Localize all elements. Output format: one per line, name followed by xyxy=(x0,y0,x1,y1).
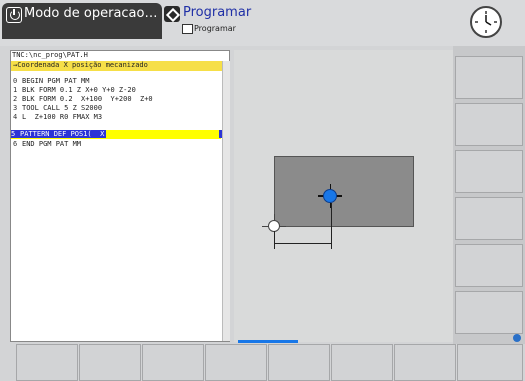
clock-icon xyxy=(470,6,502,38)
program-mode-subtitle: Programar xyxy=(194,24,236,33)
editor-scrollbar[interactable] xyxy=(222,61,230,341)
vertical-softkey-3[interactable] xyxy=(455,150,523,193)
line-number: 0 xyxy=(13,77,18,85)
vertical-softkey-6[interactable] xyxy=(455,291,523,334)
line-text: END PGM PAT MM xyxy=(22,140,82,148)
line-text: L Z+100 R0 FMAX M3 xyxy=(22,113,103,121)
softkey-2[interactable] xyxy=(79,344,141,381)
operation-mode-label: Modo de operacao… xyxy=(24,6,158,21)
vertical-softkey-1[interactable] xyxy=(455,56,523,99)
line-number: 6 xyxy=(13,140,18,148)
softkey-8[interactable] xyxy=(457,344,523,381)
active-program-line[interactable]: 5 PATTERN DEF POS1( X xyxy=(11,130,221,139)
program-line[interactable]: 4 L Z+100 R0 FMAX M3 xyxy=(13,113,102,122)
power-icon xyxy=(6,7,22,23)
softkey-5[interactable] xyxy=(268,344,330,381)
program-line[interactable]: 2 BLK FORM 0.2 X+100 Y+200 Z+0 xyxy=(13,95,153,104)
softkey-6[interactable] xyxy=(331,344,393,381)
vertical-softkey-2[interactable] xyxy=(455,103,523,146)
line-number: 4 xyxy=(13,113,18,121)
workpiece-rectangle xyxy=(274,156,414,227)
softkey-1[interactable] xyxy=(16,344,78,381)
info-icon[interactable] xyxy=(513,334,521,342)
operation-mode-tab[interactable]: Modo de operacao… xyxy=(2,3,162,39)
machining-position-marker xyxy=(323,189,337,203)
program-line[interactable]: 6 END PGM PAT MM xyxy=(13,140,81,149)
dimension-line xyxy=(331,203,332,249)
file-path: TNC:\nc_prog\PAT.H xyxy=(12,51,88,59)
softkey-7[interactable] xyxy=(394,344,456,381)
dialog-prompt: →Coordenada X posição mecanizado xyxy=(13,61,148,69)
x-dimension-line xyxy=(274,243,331,244)
line-number: 3 xyxy=(13,104,18,112)
program-sub-icon xyxy=(182,24,193,34)
softkey-4[interactable] xyxy=(205,344,267,381)
line-number: 2 xyxy=(13,95,18,103)
line-text: PATTERN DEF POS1( X xyxy=(20,130,107,138)
line-text: BLK FORM 0.1 Z X+0 Y+0 Z-20 xyxy=(22,86,136,94)
program-line[interactable]: 1 BLK FORM 0.1 Z X+0 Y+0 Z-20 xyxy=(13,86,136,95)
softkey-3[interactable] xyxy=(142,344,204,381)
vertical-softkey-5[interactable] xyxy=(455,244,523,287)
line-number: 1 xyxy=(13,86,18,94)
program-edit-icon xyxy=(164,6,180,22)
program-line[interactable]: 3 TOOL CALL 5 Z S2000 xyxy=(13,104,102,113)
line-text: BEGIN PGM PAT MM xyxy=(22,77,90,85)
dimension-line xyxy=(274,231,275,249)
line-text: TOOL CALL 5 Z S2000 xyxy=(22,104,103,112)
line-text: BLK FORM 0.2 X+100 Y+200 Z+0 xyxy=(22,95,153,103)
program-mode-title: Programar xyxy=(183,5,252,20)
program-line[interactable]: 0 BEGIN PGM PAT MM xyxy=(13,77,89,86)
vertical-softkey-4[interactable] xyxy=(455,197,523,240)
line-number: 5 xyxy=(11,130,20,138)
graphic-indicator-strip xyxy=(238,340,298,343)
